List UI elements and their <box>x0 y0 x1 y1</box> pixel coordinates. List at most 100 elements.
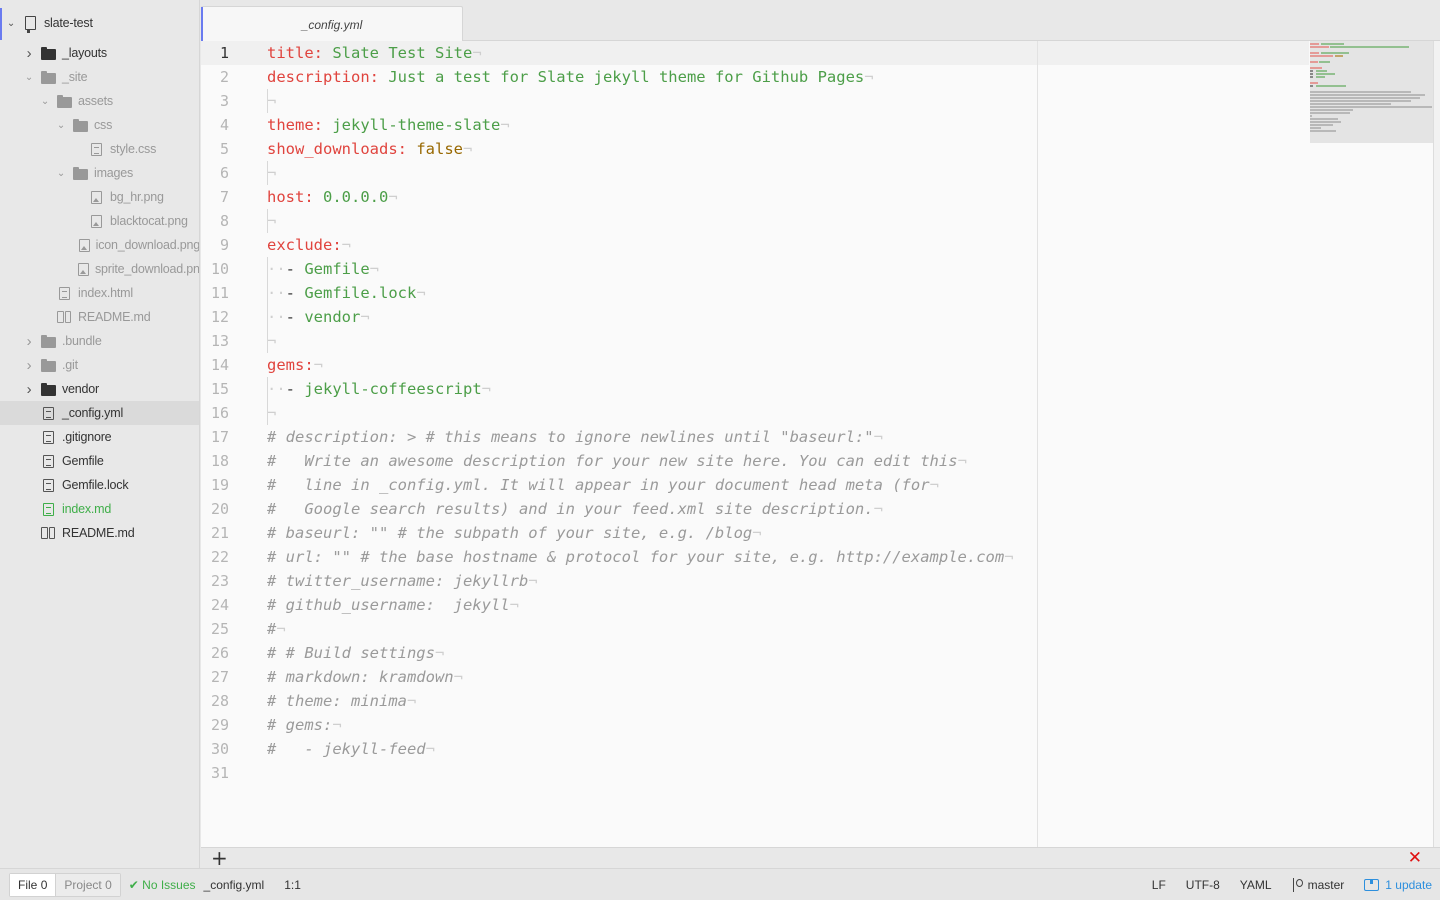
line-number[interactable]: 8 <box>201 212 229 230</box>
line-number[interactable]: 15 <box>201 380 229 398</box>
code-line[interactable]: 27 # markdown: kramdown¬ <box>201 665 1309 689</box>
line-number[interactable]: 11 <box>201 284 229 302</box>
code-line[interactable]: 23 # twitter_username: jekyllrb¬ <box>201 569 1309 593</box>
code-line[interactable]: 6 ¬ <box>201 161 1309 185</box>
line-number[interactable]: 7 <box>201 188 229 206</box>
line-number[interactable]: 13 <box>201 332 229 350</box>
line-number[interactable]: 25 <box>201 620 229 638</box>
line-number[interactable]: 24 <box>201 596 229 614</box>
linter-file-tab[interactable]: File 0 <box>10 873 56 896</box>
tab-config-yml[interactable]: _config.yml <box>201 6 463 42</box>
line-number[interactable]: 18 <box>201 452 229 470</box>
line-number[interactable]: 16 <box>201 404 229 422</box>
code-line[interactable]: 30 # - jekyll-feed¬ <box>201 737 1309 761</box>
code-line[interactable]: 28 # theme: minima¬ <box>201 689 1309 713</box>
tree-item-bundle[interactable]: › .bundle <box>0 329 199 353</box>
line-number[interactable]: 4 <box>201 116 229 134</box>
tree-item-vendor[interactable]: › vendor <box>0 377 199 401</box>
tree-item-readme-md[interactable]: README.md <box>0 305 199 329</box>
line-number[interactable]: 2 <box>201 68 229 86</box>
line-number[interactable]: 29 <box>201 716 229 734</box>
tree-item-git[interactable]: › .git <box>0 353 199 377</box>
tree-item-assets[interactable]: ⌄ assets <box>0 89 199 113</box>
code-line[interactable]: 25 #¬ <box>201 617 1309 641</box>
line-number[interactable]: 19 <box>201 476 229 494</box>
line-number[interactable]: 14 <box>201 356 229 374</box>
tree-item-gemfile[interactable]: Gemfile <box>0 449 199 473</box>
line-number[interactable]: 5 <box>201 140 229 158</box>
code-line[interactable]: 14 gems:¬ <box>201 353 1309 377</box>
tree-item-css[interactable]: ⌄ css <box>0 113 199 137</box>
current-file-path[interactable]: _config.yml <box>204 878 265 892</box>
minimap[interactable] <box>1310 41 1434 143</box>
code-line[interactable]: 5 show_downloads: false¬ <box>201 137 1309 161</box>
code-line[interactable]: 19 # line in _config.yml. It will appear … <box>201 473 1309 497</box>
tree-item-gemfile-lock[interactable]: Gemfile.lock <box>0 473 199 497</box>
line-number[interactable]: 6 <box>201 164 229 182</box>
tree-item-layouts[interactable]: › _layouts <box>0 41 199 65</box>
line-number[interactable]: 31 <box>201 764 229 782</box>
code-line[interactable]: 4 theme: jekyll-theme-slate¬ <box>201 113 1309 137</box>
line-number[interactable]: 9 <box>201 236 229 254</box>
line-number[interactable]: 17 <box>201 428 229 446</box>
line-number[interactable]: 3 <box>201 92 229 110</box>
line-number[interactable]: 30 <box>201 740 229 758</box>
tree-item-site[interactable]: ⌄ _site <box>0 65 199 89</box>
package-updates[interactable]: 1 update <box>1364 878 1432 892</box>
code-line[interactable]: 15 ··- jekyll-coffeescript¬ <box>201 377 1309 401</box>
code-line[interactable]: 1 title: Slate Test Site¬ <box>201 41 1309 65</box>
project-root[interactable]: ⌄ slate-test <box>0 11 199 35</box>
line-number[interactable]: 27 <box>201 668 229 686</box>
code-line[interactable]: 17 # description: > # this means to ignor… <box>201 425 1309 449</box>
code-line[interactable]: 9 exclude:¬ <box>201 233 1309 257</box>
code-line[interactable]: 3 ¬ <box>201 89 1309 113</box>
text-editor[interactable]: 1 title: Slate Test Site¬ 2 description: Ju… <box>201 41 1440 847</box>
code-line[interactable]: 10 ··- Gemfile¬ <box>201 257 1309 281</box>
line-number[interactable]: 28 <box>201 692 229 710</box>
tree-item-images[interactable]: ⌄ images <box>0 161 199 185</box>
tree-item-config-yml[interactable]: _config.yml <box>0 401 199 425</box>
code-line[interactable]: 26 # # Build settings¬ <box>201 641 1309 665</box>
line-number[interactable]: 26 <box>201 644 229 662</box>
line-number[interactable]: 10 <box>201 260 229 278</box>
tree-item-gitignore[interactable]: .gitignore <box>0 425 199 449</box>
code-line[interactable]: 24 # github_username: jekyll¬ <box>201 593 1309 617</box>
tree-item-index-html[interactable]: index.html <box>0 281 199 305</box>
vertical-scrollbar[interactable] <box>1433 41 1440 847</box>
code-line[interactable]: 22 # url: "" # the base hostname & protoc… <box>201 545 1309 569</box>
tree-item-icon-download-png[interactable]: icon_download.png <box>0 233 199 257</box>
line-number[interactable]: 21 <box>201 524 229 542</box>
code-line[interactable]: 29 # gems:¬ <box>201 713 1309 737</box>
code-line[interactable]: 8 ¬ <box>201 209 1309 233</box>
code-line[interactable]: 20 # Google search results) and in your f… <box>201 497 1309 521</box>
tree-item-style-css[interactable]: style.css <box>0 137 199 161</box>
line-number[interactable]: 20 <box>201 500 229 518</box>
git-branch[interactable]: master <box>1292 877 1344 892</box>
grammar-selector[interactable]: YAML <box>1240 878 1272 892</box>
close-panel-button[interactable]: ✕ <box>1408 848 1422 868</box>
tree-item-index-md[interactable]: index.md <box>0 497 199 521</box>
line-number[interactable]: 22 <box>201 548 229 566</box>
code-line[interactable]: 16 ¬ <box>201 401 1309 425</box>
code-line[interactable]: 7 host: 0.0.0.0¬ <box>201 185 1309 209</box>
line-number[interactable]: 1 <box>201 44 229 62</box>
code-line[interactable]: 12 ··- vendor¬ <box>201 305 1309 329</box>
tree-item-bg-hr-png[interactable]: bg_hr.png <box>0 185 199 209</box>
code-line[interactable]: 13 ¬ <box>201 329 1309 353</box>
encoding-selector[interactable]: UTF-8 <box>1186 878 1220 892</box>
linter-project-tab[interactable]: Project 0 <box>55 873 120 896</box>
code-line[interactable]: 2 description: Just a test for Slate jeky… <box>201 65 1309 89</box>
line-ending-selector[interactable]: LF <box>1152 878 1166 892</box>
code-line[interactable]: 11 ··- Gemfile.lock¬ <box>201 281 1309 305</box>
tree-item-readme-md[interactable]: README.md <box>0 521 199 545</box>
tree-item-sprite-download-png[interactable]: sprite_download.png <box>0 257 199 281</box>
tree-item-blacktocat-png[interactable]: blacktocat.png <box>0 209 199 233</box>
code-line[interactable]: 18 # Write an awesome description for you… <box>201 449 1309 473</box>
code-line[interactable]: 31 <box>201 761 1309 785</box>
line-number[interactable]: 12 <box>201 308 229 326</box>
no-issues-status[interactable]: ✔ No Issues <box>129 878 196 892</box>
cursor-position[interactable]: 1:1 <box>284 878 301 892</box>
add-panel-button[interactable]: + <box>211 846 228 870</box>
line-number[interactable]: 23 <box>201 572 229 590</box>
code-line[interactable]: 21 # baseurl: "" # the subpath of your si… <box>201 521 1309 545</box>
